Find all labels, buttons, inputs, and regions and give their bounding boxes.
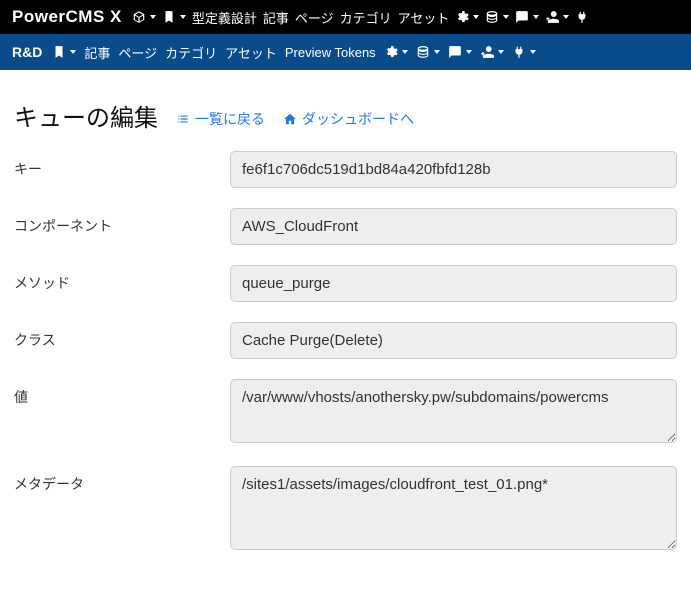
input-component[interactable] bbox=[230, 208, 677, 245]
topnav-item-page[interactable]: ページ bbox=[295, 8, 334, 27]
label-class: クラス bbox=[14, 322, 230, 350]
bookmark-top-menu[interactable] bbox=[162, 10, 186, 24]
dashboard-link[interactable]: ダッシュボードへ bbox=[283, 109, 414, 129]
database-icon bbox=[416, 45, 430, 59]
page-header: キューの編集 一覧に戻る ダッシュボードへ bbox=[0, 70, 691, 151]
database-icon bbox=[485, 10, 499, 24]
form-area: キー コンポーネント メソッド クラス 値 メタデータ bbox=[0, 151, 691, 593]
gear-top-menu[interactable] bbox=[455, 10, 479, 24]
user-plus-icon bbox=[480, 45, 494, 59]
form-row-class: クラス bbox=[14, 322, 677, 359]
form-row-value: 値 bbox=[14, 379, 677, 446]
label-metadata: メタデータ bbox=[14, 466, 230, 494]
form-row-key: キー bbox=[14, 151, 677, 188]
dashboard-label: ダッシュボードへ bbox=[302, 109, 414, 129]
textarea-metadata[interactable] bbox=[230, 466, 677, 550]
back-to-list-link[interactable]: 一覧に戻る bbox=[176, 109, 265, 129]
database-sub-menu[interactable] bbox=[416, 45, 440, 59]
label-component: コンポーネント bbox=[14, 208, 230, 236]
subnav-item-category[interactable]: カテゴリ bbox=[165, 43, 217, 62]
scope-label[interactable]: R&D bbox=[12, 44, 42, 60]
plug-top-menu[interactable] bbox=[575, 10, 589, 24]
gear-icon bbox=[455, 10, 469, 24]
cube-menu[interactable] bbox=[132, 10, 156, 24]
chat-sub-menu[interactable] bbox=[448, 45, 472, 59]
subnav-item-page[interactable]: ページ bbox=[118, 43, 157, 62]
subnav-item-asset[interactable]: アセット bbox=[225, 43, 277, 62]
plug-icon bbox=[575, 10, 589, 24]
user-sub-menu[interactable] bbox=[480, 45, 504, 59]
bookmark-sub-menu[interactable] bbox=[52, 45, 76, 59]
chat-icon bbox=[448, 45, 462, 59]
navbar-top: PowerCMS X 型定義設計 記事 ページ カテゴリ アセット bbox=[0, 0, 691, 34]
gear-sub-menu[interactable] bbox=[384, 45, 408, 59]
brand-logo[interactable]: PowerCMS X bbox=[12, 7, 122, 27]
chat-icon bbox=[515, 10, 529, 24]
page-title: キューの編集 bbox=[14, 98, 158, 133]
list-icon bbox=[176, 112, 190, 126]
plug-icon bbox=[512, 45, 526, 59]
input-key[interactable] bbox=[230, 151, 677, 188]
home-icon bbox=[283, 112, 297, 126]
label-value: 値 bbox=[14, 379, 230, 407]
input-class[interactable] bbox=[230, 322, 677, 359]
user-top-menu[interactable] bbox=[545, 10, 569, 24]
subnav-item-preview-tokens[interactable]: Preview Tokens bbox=[285, 45, 376, 60]
topnav-item-asset[interactable]: アセット bbox=[398, 8, 450, 27]
subnav-item-entry[interactable]: 記事 bbox=[84, 43, 110, 62]
database-top-menu[interactable] bbox=[485, 10, 509, 24]
form-row-method: メソッド bbox=[14, 265, 677, 302]
bookmark-icon bbox=[52, 45, 66, 59]
chat-top-menu[interactable] bbox=[515, 10, 539, 24]
form-row-metadata: メタデータ bbox=[14, 466, 677, 553]
bookmark-icon bbox=[162, 10, 176, 24]
user-plus-icon bbox=[545, 10, 559, 24]
input-method[interactable] bbox=[230, 265, 677, 302]
gear-icon bbox=[384, 45, 398, 59]
back-to-list-label: 一覧に戻る bbox=[195, 109, 265, 129]
textarea-value[interactable] bbox=[230, 379, 677, 443]
topnav-item-model[interactable]: 型定義設計 bbox=[192, 8, 257, 27]
topnav-item-entry[interactable]: 記事 bbox=[263, 8, 289, 27]
label-key: キー bbox=[14, 151, 230, 179]
form-row-component: コンポーネント bbox=[14, 208, 677, 245]
navbar-sub: R&D 記事 ページ カテゴリ アセット Preview Tokens bbox=[0, 34, 691, 70]
plug-sub-menu[interactable] bbox=[512, 45, 536, 59]
topnav-item-category[interactable]: カテゴリ bbox=[340, 8, 392, 27]
cube-icon bbox=[132, 10, 146, 24]
label-method: メソッド bbox=[14, 265, 230, 293]
